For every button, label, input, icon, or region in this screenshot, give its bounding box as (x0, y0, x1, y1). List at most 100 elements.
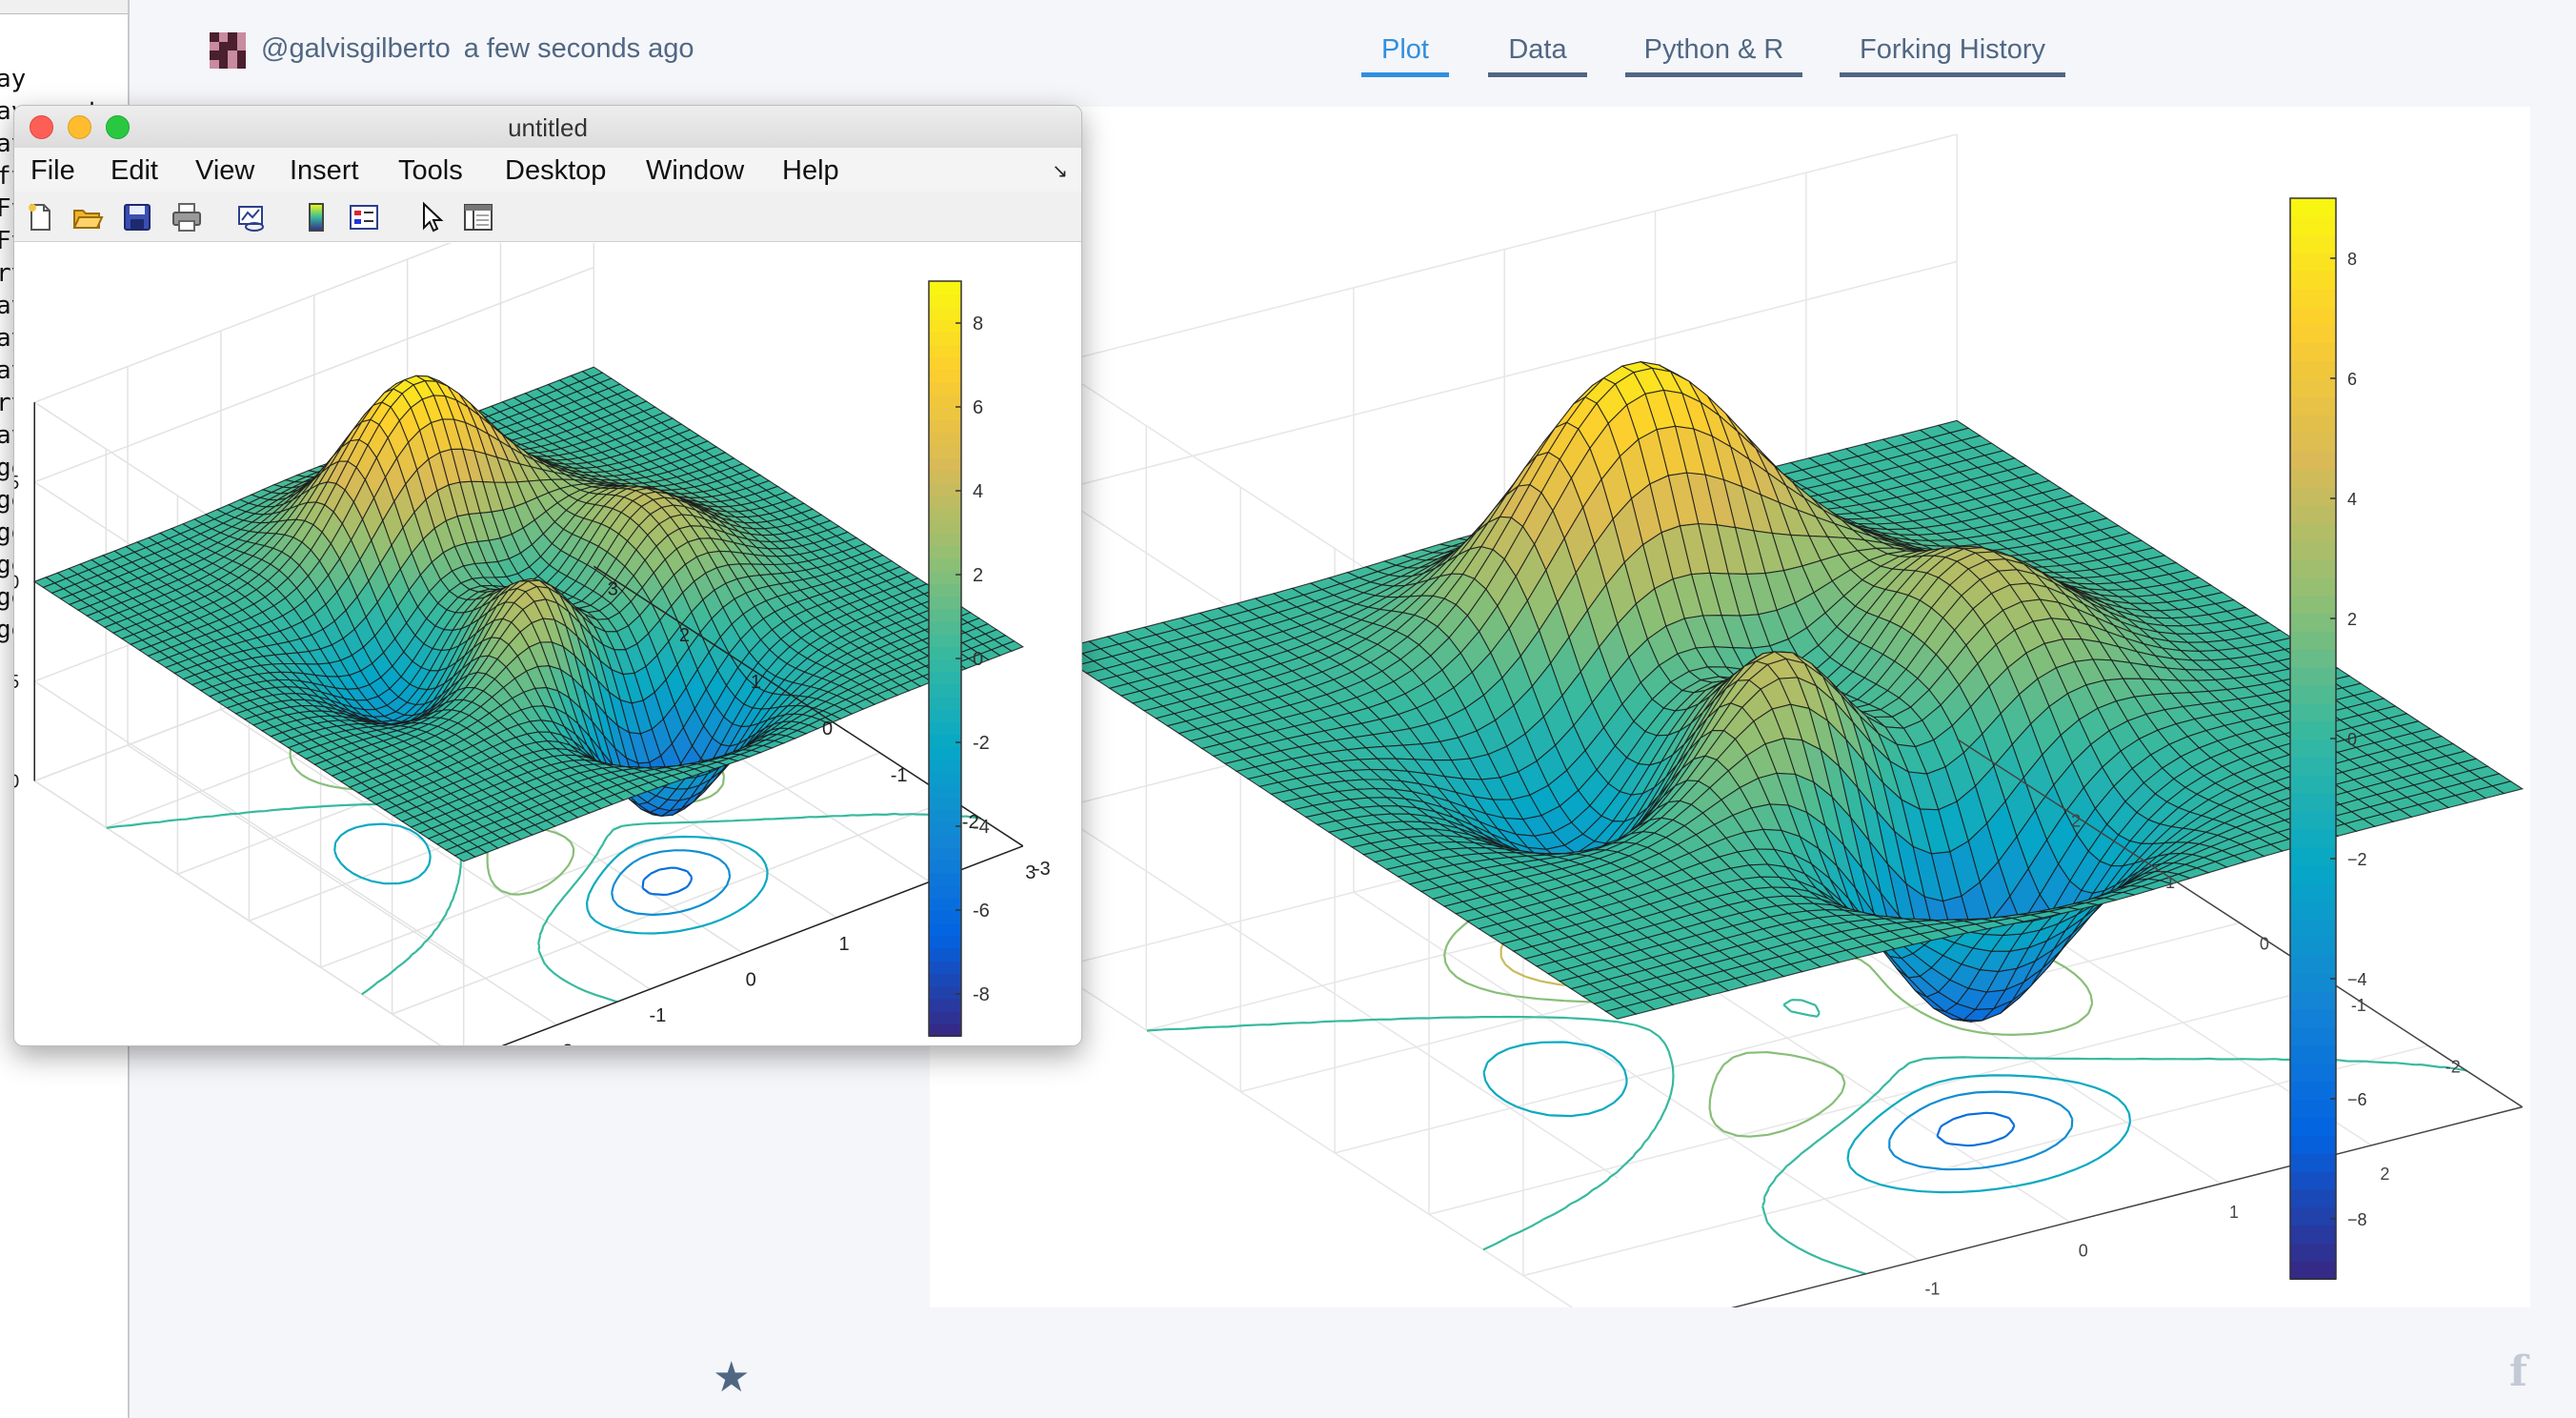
tab-plot[interactable]: Plot (1361, 30, 1449, 77)
colorbar-segment (2290, 1188, 2336, 1208)
property-inspector-icon[interactable] (462, 201, 494, 233)
menu-desktop[interactable]: Desktop (505, 155, 606, 187)
facebook-share-icon[interactable]: f (2509, 1347, 2527, 1396)
colorbar-segment (2290, 414, 2336, 434)
link-plot-icon[interactable] (235, 201, 268, 233)
figure-toolbar (14, 192, 1081, 242)
colorbar-segment (2290, 810, 2336, 830)
colorbar: −8−6−4−202468 (2289, 197, 2367, 1280)
colorbar-segment (2290, 936, 2336, 956)
save-icon[interactable] (121, 201, 153, 233)
pointer-icon[interactable] (414, 201, 447, 233)
colorbar-segment (2290, 270, 2336, 290)
colorbar-segment (2290, 666, 2336, 686)
menu-file[interactable]: File (30, 155, 75, 187)
colorbar-segment (2290, 198, 2336, 217)
menu-view[interactable]: View (195, 155, 254, 187)
contour-line (1936, 1111, 2016, 1147)
matlab-figure-window[interactable]: untitled File Edit View Insert Tools Des… (13, 105, 1082, 1046)
colorbar-segment (2290, 324, 2336, 344)
colorbar-segment (2290, 1206, 2336, 1226)
colorbar-segment (2290, 846, 2336, 866)
editor-top-bar (0, 0, 128, 14)
colorbar-segment (2290, 756, 2336, 776)
plotly-figure-panel[interactable]: -10123-2-1012-10-505−8−6−4−202468 (930, 107, 2530, 1307)
tab-python-r[interactable]: Python & R (1625, 30, 1802, 77)
colorbar-segment (2290, 901, 2336, 920)
colorbar-segment (2290, 882, 2336, 902)
y-tick-label: 0 (2260, 934, 2269, 953)
colorbar-segment (2290, 378, 2336, 397)
menu-tools[interactable]: Tools (398, 155, 463, 187)
colorbar-tick-label: 6 (2347, 370, 2357, 389)
colorbar-tick-label: −6 (2347, 1090, 2367, 1109)
plotly-3d-surface-chart[interactable]: -10123-2-1012-10-505−8−6−4−202468 (930, 107, 2530, 1307)
colorbar-segment (2290, 1116, 2336, 1136)
menu-help[interactable]: Help (782, 155, 839, 187)
surface (32, 366, 1025, 862)
colorbar-tick-label: 2 (2347, 610, 2357, 629)
colorbar-segment (2290, 702, 2336, 722)
open-file-icon[interactable] (71, 201, 104, 233)
contour-line (611, 849, 732, 916)
colorbar-tick-label: −8 (2347, 1210, 2367, 1229)
colorbar-segment (2290, 774, 2336, 794)
x-tick-label: 1 (2229, 1203, 2239, 1222)
colorbar-segment (2290, 1134, 2336, 1154)
colorbar-segment (2290, 630, 2336, 650)
colorbar-segment (2290, 1152, 2336, 1172)
matlab-3d-surface-chart[interactable]: -3-2-10123-3-2-10123-10-505-8-6-4-202468 (14, 243, 1081, 1045)
menu-window[interactable]: Window (646, 155, 744, 187)
colorbar-segment (2290, 792, 2336, 812)
new-figure-icon[interactable] (24, 201, 56, 233)
legend-icon[interactable] (348, 201, 380, 233)
colorbar-segment (2290, 612, 2336, 632)
x-tick-label: 2 (2380, 1165, 2389, 1184)
colorbar-segment (2290, 360, 2336, 379)
colorbar-segment (2290, 252, 2336, 272)
y-tick-label: -2 (2445, 1057, 2461, 1076)
colorbar-segment (2290, 468, 2336, 488)
menu-insert[interactable]: Insert (290, 155, 359, 187)
colorbar-tick-label: 8 (2347, 250, 2357, 269)
tab-forking-history[interactable]: Forking History (1840, 30, 2065, 77)
colorbar-segment (2290, 450, 2336, 470)
colorbar-segment (2290, 306, 2336, 326)
colorbar-segment (2290, 1099, 2336, 1118)
colorbar-segment (2290, 739, 2336, 758)
tab-data[interactable]: Data (1488, 30, 1587, 77)
menu-edit[interactable]: Edit (111, 155, 158, 187)
colorbar-segment (2290, 1008, 2336, 1028)
colorbar-segment (2290, 990, 2336, 1010)
colorbar-segment (2290, 954, 2336, 974)
contour-line (641, 866, 694, 897)
colorbar-icon[interactable] (300, 201, 332, 233)
dock-figure-icon[interactable]: ↘ (1052, 159, 1068, 183)
colorbar-segment (2290, 1170, 2336, 1190)
colorbar-segment (2290, 395, 2336, 415)
colorbar-tick-label: −2 (2347, 850, 2367, 869)
plot-area: -3-2-10123-3-2-10123-10-505 (14, 243, 1051, 1045)
print-icon[interactable] (171, 201, 203, 233)
page-header: @galvisgilberto a few seconds ago Plot Da… (128, 0, 2576, 105)
window-title-bar[interactable]: untitled (14, 106, 1081, 149)
colorbar-segment (2290, 576, 2336, 596)
editor-line: ay (0, 65, 27, 93)
colorbar-segment (2290, 648, 2336, 668)
colorbar-segment (2290, 720, 2336, 739)
colorbar-segment (2290, 1081, 2336, 1100)
view-tabs: Plot Data Python & R Forking History (128, 30, 2576, 78)
colorbar-segment (2290, 342, 2336, 362)
colorbar-segment (2290, 540, 2336, 559)
y-tick-label: -1 (2351, 996, 2366, 1015)
colorbar-segment (2290, 432, 2336, 452)
colorbar-tick-label: 4 (2347, 490, 2357, 509)
colorbar-segment (2290, 594, 2336, 614)
colorbar-segment (2290, 288, 2336, 308)
colorbar-segment (2290, 558, 2336, 577)
colorbar-segment (2290, 504, 2336, 524)
colorbar-segment (2290, 1243, 2336, 1263)
star-icon[interactable]: ★ (713, 1353, 750, 1402)
x-tick-label: -1 (1924, 1280, 1940, 1299)
colorbar-segment (2290, 522, 2336, 542)
